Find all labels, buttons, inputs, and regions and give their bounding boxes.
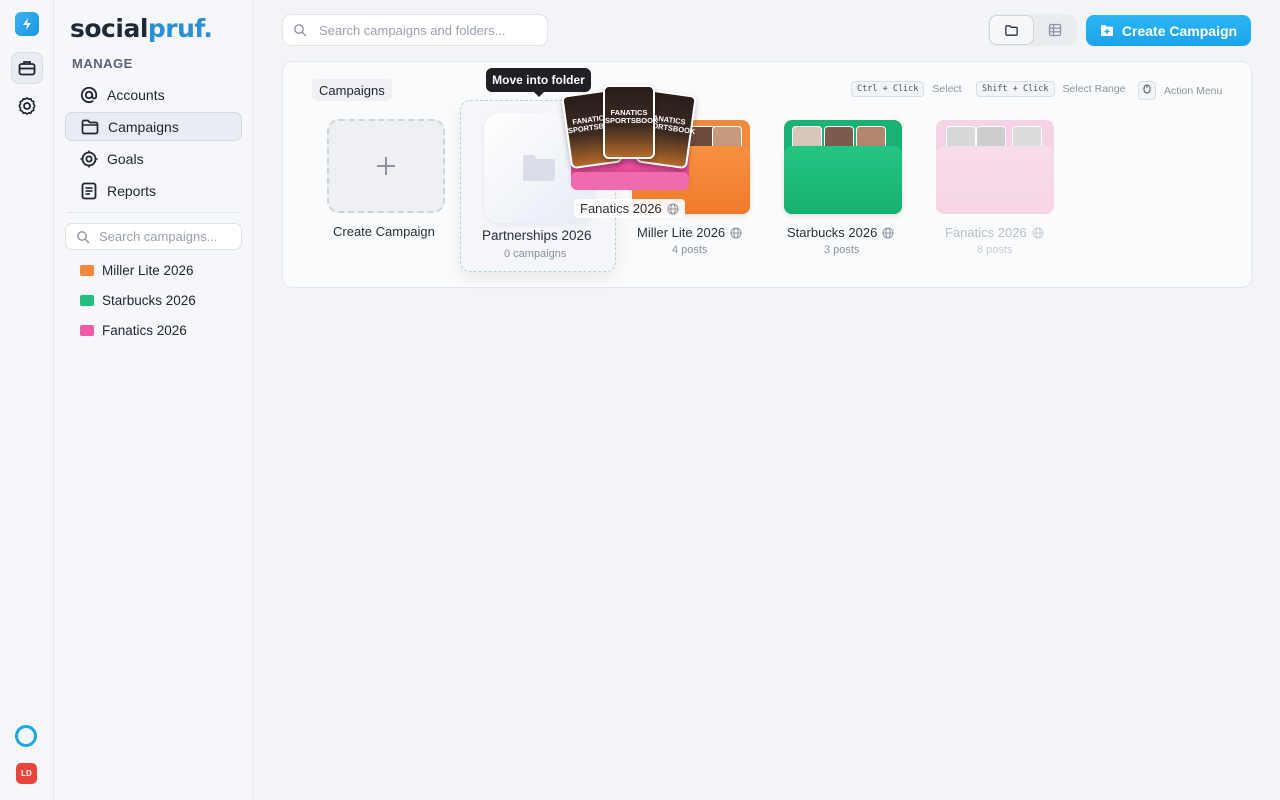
globe-icon	[1032, 227, 1044, 238]
main-search-input[interactable]	[319, 22, 539, 38]
card-sub-miller-lite: 4 posts	[672, 244, 708, 256]
nav-label: Reports	[107, 182, 157, 199]
card-title-starbucks: Starbucks 2026	[787, 225, 894, 240]
kbd-ctrl-click: Ctrl + Click	[851, 81, 925, 97]
folder-icon	[1004, 24, 1018, 36]
app-rail: LD	[0, 0, 54, 800]
folder-icon	[80, 325, 94, 336]
campaign-card-starbucks[interactable]	[784, 120, 902, 214]
sidebar-campaign-miller-lite[interactable]: Miller Lite 2026	[80, 263, 194, 278]
folder-icon	[81, 119, 99, 134]
create-card-label: Create Campaign	[333, 224, 435, 239]
nav-reports[interactable]: Reports	[65, 176, 242, 205]
folder-icon	[523, 155, 555, 181]
card-sub-fanatics: 8 posts	[977, 244, 1013, 256]
brand-part-1: social	[70, 14, 148, 43]
post-poster: FANATICS SPORTSBOOK	[603, 85, 659, 159]
nav-label: Goals	[107, 150, 144, 167]
kbd-shift-click: Shift + Click	[976, 81, 1055, 97]
plus-icon	[377, 157, 395, 175]
brand-logo[interactable]: socialpruf.	[70, 14, 213, 43]
brand-part-2: pruf.	[147, 14, 213, 43]
poster-text: FANATICS SPORTSBOOK	[605, 108, 659, 125]
search-icon	[77, 230, 90, 243]
create-campaign-card[interactable]	[327, 119, 445, 213]
sidebar-campaign-starbucks[interactable]: Starbucks 2026	[80, 293, 196, 308]
dragging-folder-label: Fanatics 2026	[574, 199, 685, 218]
globe-icon	[882, 227, 894, 238]
campaign-label: Miller Lite 2026	[102, 263, 194, 278]
table-view-button[interactable]	[1034, 15, 1077, 45]
hint-label: Select	[932, 83, 962, 95]
campaign-label: Fanatics 2026	[102, 323, 187, 338]
nav-label: Accounts	[107, 86, 165, 103]
sidebar: socialpruf. MANAGE Accounts Campaigns Go…	[54, 0, 253, 800]
globe-icon	[730, 227, 742, 238]
create-campaign-label: Create Campaign	[1121, 22, 1238, 39]
sidebar-campaign-fanatics[interactable]: Fanatics 2026	[80, 323, 187, 338]
briefcase-icon[interactable]	[11, 52, 43, 84]
panel-tag: Campaigns	[312, 79, 392, 101]
settings-gear-icon[interactable]	[11, 90, 43, 122]
create-campaign-button[interactable]: Create Campaign	[1086, 15, 1251, 46]
campaign-card-fanatics[interactable]	[936, 120, 1054, 214]
nav-campaigns[interactable]: Campaigns	[65, 112, 242, 141]
dragging-label-text: Fanatics 2026	[580, 201, 662, 216]
hint-label: Action Menu	[1164, 84, 1223, 97]
card-title-text: Miller Lite 2026	[637, 225, 726, 240]
hint-label: Select Range	[1062, 83, 1126, 95]
nav-label: Campaigns	[108, 118, 179, 135]
view-toggle	[988, 14, 1077, 46]
campaign-search[interactable]	[65, 223, 242, 250]
mouse-icon	[1138, 81, 1156, 100]
target-icon	[80, 150, 98, 167]
folder-view-button[interactable]	[989, 15, 1034, 45]
globe-icon	[667, 203, 679, 214]
search-icon	[294, 24, 307, 37]
card-title-fanatics: Fanatics 2026	[945, 225, 1044, 240]
hint-select: Ctrl + Click Select	[851, 81, 962, 97]
card-title-miller-lite: Miller Lite 2026	[637, 225, 742, 240]
table-icon	[1048, 23, 1061, 37]
at-icon	[80, 86, 98, 103]
nav-goals[interactable]: Goals	[65, 144, 242, 173]
hint-select-range: Shift + Click Select Range	[976, 81, 1126, 97]
bolt-icon[interactable]	[15, 12, 39, 36]
status-ring-icon[interactable]	[15, 725, 37, 747]
nav-accounts[interactable]: Accounts	[65, 80, 242, 109]
section-label: MANAGE	[72, 56, 133, 71]
folder-front	[936, 146, 1054, 214]
folder-icon	[80, 265, 94, 276]
dragging-folder-front	[571, 172, 689, 190]
main-search[interactable]	[282, 14, 548, 46]
folder-icon	[80, 295, 94, 306]
folder-plus-icon	[1100, 25, 1113, 36]
campaign-label: Starbucks 2026	[102, 293, 196, 308]
user-avatar[interactable]: LD	[16, 763, 37, 784]
drop-target-sub: 0 campaigns	[504, 248, 567, 260]
card-title-text: Starbucks 2026	[787, 225, 878, 240]
campaign-search-input[interactable]	[99, 229, 239, 244]
folder-front	[784, 146, 902, 214]
report-icon	[81, 182, 97, 199]
move-tooltip: Move into folder	[486, 68, 591, 97]
card-sub-starbucks: 3 posts	[824, 244, 860, 256]
card-title-text: Fanatics 2026	[945, 225, 1027, 240]
divider	[67, 212, 240, 213]
drop-target-title: Partnerships 2026	[482, 228, 592, 243]
hint-action-menu: Action Menu	[1138, 81, 1222, 100]
